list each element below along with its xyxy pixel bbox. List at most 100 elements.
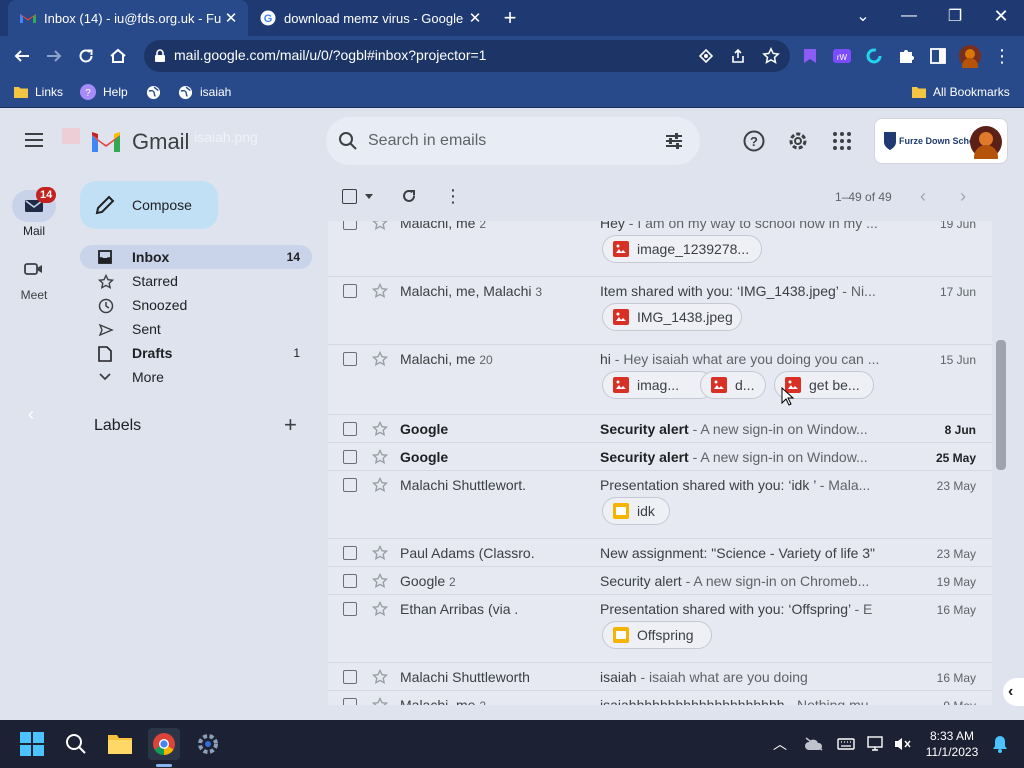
forward-button[interactable]: [38, 40, 70, 72]
rail-meet-button[interactable]: [24, 261, 44, 277]
reload-button[interactable]: [70, 40, 102, 72]
share-icon[interactable]: [730, 48, 746, 64]
compose-button[interactable]: Compose: [80, 181, 218, 229]
email-row[interactable]: Malachi Shuttleworth isaiah - isaiah wha…: [328, 663, 992, 691]
search-bar[interactable]: Search in emails: [326, 117, 700, 165]
scrollbar-thumb[interactable]: [996, 340, 1006, 470]
search-icon[interactable]: [338, 131, 358, 151]
profile-avatar[interactable]: [954, 40, 986, 72]
settings-button[interactable]: [786, 129, 810, 153]
tab-google-search[interactable]: G download memz virus - Google Se ✕: [252, 0, 492, 36]
star-icon[interactable]: [372, 573, 388, 589]
email-checkbox[interactable]: [343, 422, 357, 436]
star-icon[interactable]: [372, 697, 388, 705]
chrome-taskbar-button[interactable]: [148, 728, 180, 760]
support-button[interactable]: ?: [742, 129, 766, 153]
restore-button[interactable]: ❐: [932, 0, 978, 32]
bookmark-links[interactable]: Links: [14, 82, 63, 102]
email-row[interactable]: Malachi, me, Malachi 3 Item shared with y…: [328, 277, 992, 345]
older-page-button[interactable]: ›: [960, 186, 966, 207]
new-tab-button[interactable]: +: [498, 0, 522, 36]
taskbar-search-button[interactable]: [60, 728, 92, 760]
attachment-chip[interactable]: imag...: [602, 371, 714, 399]
nav-snoozed[interactable]: Snoozed: [80, 293, 312, 317]
nav-drafts[interactable]: Drafts 1: [80, 341, 312, 365]
onedrive-icon[interactable]: [798, 728, 830, 760]
select-all-checkbox[interactable]: [342, 189, 357, 204]
extension-refresh-icon[interactable]: [858, 40, 890, 72]
nav-more[interactable]: More: [80, 365, 312, 389]
bookmark-help[interactable]: ? Help: [80, 82, 128, 102]
start-button[interactable]: [16, 728, 48, 760]
attachment-chip[interactable]: Offspring: [602, 621, 712, 649]
keyboard-icon[interactable]: [830, 728, 862, 760]
tab-close-icon[interactable]: ✕: [222, 9, 240, 27]
email-row[interactable]: Malachi, me 20 hi - Hey isaiah what are y…: [328, 345, 992, 415]
attachment-chip[interactable]: IMG_1438.jpeg: [602, 303, 742, 331]
email-checkbox[interactable]: [343, 221, 357, 230]
back-button[interactable]: [6, 40, 38, 72]
nav-inbox[interactable]: Inbox 14: [80, 245, 312, 269]
star-icon[interactable]: [372, 221, 388, 231]
refresh-button[interactable]: [400, 187, 418, 205]
nav-starred[interactable]: Starred: [80, 269, 312, 293]
star-icon[interactable]: [372, 601, 388, 617]
site-info-icon[interactable]: [154, 49, 166, 63]
attachment-chip[interactable]: d...: [700, 371, 766, 399]
rail-mail-button[interactable]: 14: [12, 187, 57, 222]
newer-page-button[interactable]: ‹: [920, 186, 926, 207]
search-options-icon[interactable]: [664, 131, 684, 151]
star-icon[interactable]: [372, 421, 388, 437]
bookmark-star-icon[interactable]: [762, 47, 780, 65]
minimize-button[interactable]: —: [886, 0, 932, 32]
tab-search-chevron-icon[interactable]: ⌄: [840, 0, 886, 32]
all-bookmarks[interactable]: All Bookmarks: [912, 82, 1010, 102]
email-row[interactable]: Google Security alert - A new sign-in on…: [328, 415, 992, 443]
star-icon[interactable]: [372, 477, 388, 493]
extensions-puzzle-icon[interactable]: [890, 40, 922, 72]
browser-menu-icon[interactable]: ⋮: [986, 40, 1018, 72]
email-row[interactable]: Malachi Shuttlewort. Presentation shared…: [328, 471, 992, 539]
email-row[interactable]: Google 2 Security alert - A new sign-in o…: [328, 567, 992, 595]
email-checkbox[interactable]: [343, 478, 357, 492]
email-row[interactable]: Malachi, me 2 isaiahhhhhhhhhhhhhhhhhhhh -…: [328, 691, 992, 705]
close-window-button[interactable]: ✕: [978, 0, 1024, 32]
clock[interactable]: 8:33 AM 11/1/2023: [920, 728, 984, 760]
attachment-chip[interactable]: image_1239278...: [602, 235, 762, 263]
email-row[interactable]: Google Security alert - A new sign-in on…: [328, 443, 992, 471]
extension-reader-icon[interactable]: rW: [826, 40, 858, 72]
settings-taskbar-button[interactable]: [192, 728, 224, 760]
add-label-button[interactable]: +: [284, 414, 297, 436]
notifications-bell-icon[interactable]: [984, 728, 1016, 760]
email-checkbox[interactable]: [343, 546, 357, 560]
email-checkbox[interactable]: [343, 284, 357, 298]
email-row[interactable]: Ethan Arribas (via . Presentation shared…: [328, 595, 992, 663]
bookmark-isaiah[interactable]: isaiah: [178, 82, 231, 102]
tab-close-icon[interactable]: ✕: [466, 9, 484, 27]
nav-sent[interactable]: Sent: [80, 317, 312, 341]
gmail-logo[interactable]: Gmail: [90, 127, 200, 157]
volume-muted-icon[interactable]: [886, 728, 918, 760]
apps-button[interactable]: [830, 129, 854, 153]
file-explorer-button[interactable]: [104, 728, 136, 760]
select-dropdown[interactable]: [364, 191, 374, 201]
bookmark-globe[interactable]: [146, 82, 168, 102]
side-panel-icon[interactable]: [922, 40, 954, 72]
home-button[interactable]: [102, 40, 134, 72]
email-row[interactable]: Malachi, me 2 Hey - I am on my way to sch…: [328, 221, 992, 277]
search-input[interactable]: Search in emails: [368, 132, 486, 150]
tab-inbox[interactable]: Inbox (14) - iu@fds.org.uk - Furze ✕: [8, 0, 248, 36]
install-app-icon[interactable]: [698, 48, 714, 64]
star-icon[interactable]: [372, 351, 388, 367]
show-hidden-icons-chevron-icon[interactable]: ︿: [764, 728, 796, 760]
star-icon[interactable]: [372, 545, 388, 561]
account-button[interactable]: Furze Down School: [874, 118, 1008, 164]
email-row[interactable]: Paul Adams (Classro. New assignment: "Sc…: [328, 539, 992, 567]
email-checkbox[interactable]: [343, 670, 357, 684]
side-panel-toggle[interactable]: ‹: [1003, 678, 1024, 706]
email-checkbox[interactable]: [343, 574, 357, 588]
star-icon[interactable]: [372, 449, 388, 465]
star-icon[interactable]: [372, 283, 388, 299]
collapse-chevron-icon[interactable]: ‹: [28, 404, 34, 425]
email-checkbox[interactable]: [343, 602, 357, 616]
